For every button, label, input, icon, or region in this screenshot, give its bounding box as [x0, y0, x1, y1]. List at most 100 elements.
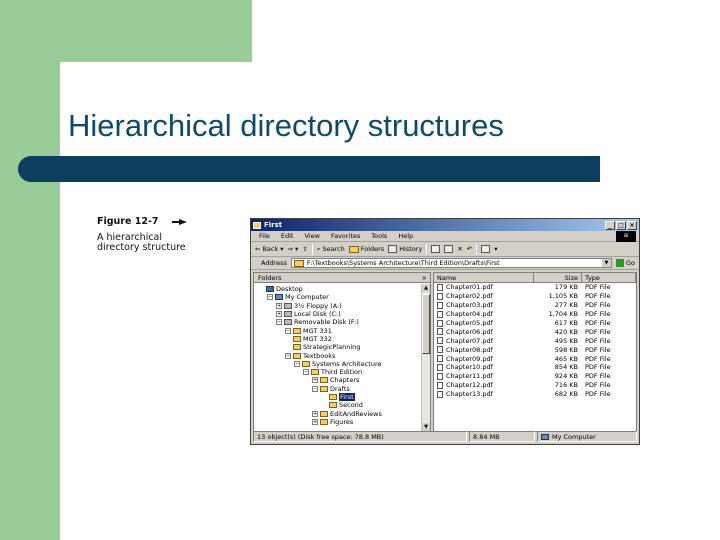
menu-favorites[interactable]: Favorites [331, 232, 360, 240]
file-row[interactable]: Chapter05.pdf 617 KB PDF File [434, 319, 636, 328]
pdf-file-icon [437, 390, 443, 398]
tree-item-label: Systems Architecture [312, 359, 382, 368]
column-header-type[interactable]: Type [582, 273, 636, 283]
file-size: 924 KB [554, 372, 578, 381]
copy-to-icon[interactable] [444, 245, 454, 253]
views-icon[interactable] [481, 245, 491, 253]
column-header-name[interactable]: Name [434, 273, 534, 283]
file-row[interactable]: Chapter02.pdf 1,105 KB PDF File [434, 292, 636, 301]
tree-item[interactable]: − Drafts [254, 385, 430, 393]
file-row[interactable]: Chapter03.pdf 277 KB PDF File [434, 301, 636, 310]
file-type: PDF File [585, 336, 611, 345]
removable-disk-icon [284, 319, 292, 326]
scroll-down-icon[interactable]: ▼ [422, 423, 430, 431]
tree-item[interactable]: − Textbooks [254, 351, 430, 360]
maximize-button[interactable]: □ [616, 220, 626, 230]
folders-pane-header: Folders × [254, 273, 430, 283]
forward-button[interactable]: ⇒ ▾ [288, 245, 299, 253]
tree-item[interactable]: + Local Disk (C:) [254, 310, 430, 318]
collapse-icon[interactable]: − [312, 385, 318, 392]
tree-item[interactable]: StrategicPlanning [254, 343, 430, 351]
column-header-size[interactable]: Size [534, 273, 582, 283]
file-size: 1,704 KB [548, 310, 578, 319]
toolbar-separator [311, 243, 313, 255]
back-button[interactable]: ⇐ Back ▾ [255, 245, 284, 253]
tree-spacer [285, 344, 291, 351]
tree-item-label: EditAndReviews [330, 409, 382, 418]
tree-item[interactable]: + Figures [254, 418, 430, 426]
folder-icon [329, 402, 337, 409]
undo-icon[interactable]: ↶ [467, 245, 472, 253]
chevron-down-icon[interactable]: ▼ [601, 259, 611, 267]
file-row[interactable]: Chapter11.pdf 924 KB PDF File [434, 372, 636, 381]
close-button[interactable]: × [627, 220, 637, 230]
delete-icon[interactable]: ✕ [457, 245, 462, 253]
tree-item[interactable]: − Third Edition [254, 368, 430, 376]
menu-view[interactable]: View [304, 232, 319, 240]
file-row[interactable]: Chapter12.pdf 716 KB PDF File [434, 381, 636, 390]
close-pane-button[interactable]: × [422, 274, 427, 282]
tree-item[interactable]: − MGT 331 [254, 326, 430, 335]
search-button[interactable]: ⌕ Search [317, 245, 345, 254]
tree-item-label: Local Disk (C:) [294, 310, 341, 319]
pdf-file-icon [437, 310, 443, 318]
folders-scrollbar[interactable]: ▲ ▼ [421, 284, 430, 431]
minimize-button[interactable]: _ [605, 220, 615, 230]
menu-edit[interactable]: Edit [281, 232, 294, 240]
file-row[interactable]: Chapter09.pdf 465 KB PDF File [434, 354, 636, 363]
file-row[interactable]: Chapter08.pdf 598 KB PDF File [434, 345, 636, 354]
scrollbar-thumb[interactable] [422, 294, 430, 354]
collapse-icon[interactable]: − [303, 369, 309, 376]
expand-icon[interactable]: + [276, 302, 282, 309]
tree-item[interactable]: + EditAndReviews [254, 409, 430, 418]
collapse-icon[interactable]: − [294, 360, 300, 367]
move-to-icon[interactable] [431, 245, 441, 253]
tree-item[interactable]: Desktop [254, 285, 430, 293]
tree-item[interactable]: Second [254, 401, 430, 409]
expand-icon[interactable]: + [312, 418, 318, 425]
collapse-icon[interactable]: − [285, 352, 291, 359]
collapse-icon[interactable]: − [267, 294, 273, 301]
file-row[interactable]: Chapter07.pdf 495 KB PDF File [434, 336, 636, 345]
history-button[interactable]: History [388, 245, 422, 253]
tree-item[interactable]: +3½ Floppy (A:) [254, 302, 430, 310]
desktop-icon [266, 286, 274, 293]
expand-icon[interactable]: + [276, 311, 282, 318]
file-row[interactable]: Chapter06.pdf 420 KB PDF File [434, 327, 636, 336]
address-label: Address [261, 259, 287, 267]
collapse-icon[interactable]: − [276, 319, 282, 326]
file-name: Chapter02.pdf [446, 292, 493, 301]
address-field[interactable]: F:\Textbooks\Systems Architecture\Third … [290, 258, 612, 268]
tree-item[interactable]: + Chapters [254, 376, 430, 384]
file-row[interactable]: Chapter01.pdf 179 KB PDF File [434, 283, 636, 292]
tree-item[interactable]: MGT 332 [254, 335, 430, 343]
go-button[interactable]: Go [615, 259, 635, 267]
file-row[interactable]: Chapter04.pdf 1,704 KB PDF File [434, 310, 636, 319]
expand-icon[interactable]: + [312, 410, 318, 417]
menu-file[interactable]: File [259, 232, 270, 240]
collapse-icon[interactable]: − [285, 327, 291, 334]
file-name: Chapter12.pdf [446, 381, 493, 390]
menu-tools[interactable]: Tools [371, 232, 387, 240]
files-pane: Name Size Type Chapter01.pdf 179 KB PDF Fi… [433, 272, 637, 432]
history-icon [388, 245, 398, 253]
file-size: 420 KB [554, 327, 578, 336]
scroll-up-icon[interactable]: ▲ [422, 284, 430, 292]
tree-item[interactable]: First [254, 393, 430, 401]
file-size: 854 KB [554, 363, 578, 372]
folder-icon [320, 377, 328, 384]
window-titlebar[interactable]: First _ □ × [251, 219, 639, 231]
expand-icon[interactable]: + [312, 377, 318, 384]
up-folder-button[interactable]: ⇧ [302, 245, 307, 253]
tree-item[interactable]: − Removable Disk (F:) [254, 318, 430, 326]
file-size: 179 KB [554, 283, 578, 292]
folder-icon [320, 385, 328, 392]
tree-item[interactable]: − Systems Architecture [254, 360, 430, 368]
folders-button[interactable]: Folders [348, 245, 384, 253]
views-dropdown-icon[interactable]: ▾ [494, 245, 497, 253]
file-row[interactable]: Chapter13.pdf 682 KB PDF File [434, 390, 636, 399]
menu-help[interactable]: Help [398, 232, 413, 240]
tree-item[interactable]: − My Computer [254, 293, 430, 301]
pdf-file-icon [437, 355, 443, 363]
file-row[interactable]: Chapter10.pdf 854 KB PDF File [434, 363, 636, 372]
